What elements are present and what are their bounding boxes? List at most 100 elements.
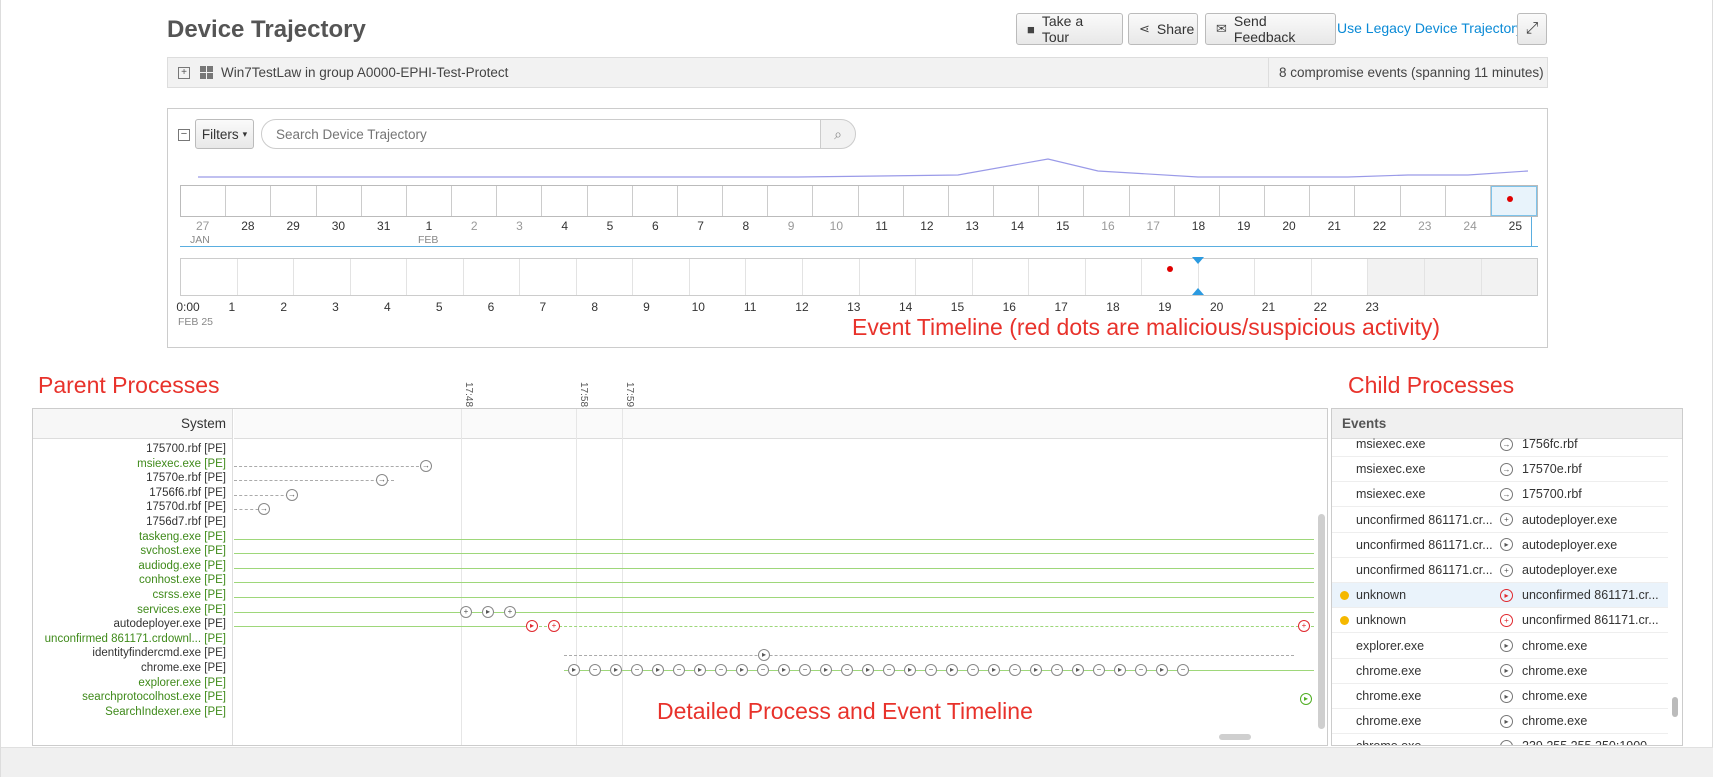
hour-cell[interactable] xyxy=(1199,259,1256,295)
day-cell[interactable] xyxy=(362,186,407,216)
event-node[interactable]: → xyxy=(258,503,270,516)
day-strip[interactable] xyxy=(180,185,1538,217)
day-cell[interactable] xyxy=(1310,186,1356,216)
day-cell[interactable] xyxy=(949,186,995,216)
search-button[interactable]: ⌕ xyxy=(820,119,856,149)
hour-cell[interactable] xyxy=(690,259,747,295)
day-cell[interactable] xyxy=(1401,186,1446,216)
event-node[interactable]: → xyxy=(376,474,388,487)
event-row[interactable]: explorer.exe ▸ chrome.exe xyxy=(1332,634,1668,659)
day-cell[interactable] xyxy=(1265,186,1311,216)
vertical-scrollbar[interactable] xyxy=(1318,514,1325,729)
day-cell[interactable] xyxy=(1130,186,1175,216)
process-row-label[interactable]: msiexec.exe [PE] xyxy=(137,458,226,470)
event-node[interactable]: − xyxy=(841,664,853,676)
event-node[interactable]: − xyxy=(1093,664,1105,676)
collapse-icon[interactable]: − xyxy=(178,129,190,141)
process-row-label[interactable]: 17570d.rbf [PE] xyxy=(146,501,226,513)
process-row-label[interactable]: autodeployer.exe [PE] xyxy=(113,618,226,630)
event-row[interactable]: msiexec.exe → 1756fc.rbf xyxy=(1332,432,1668,457)
share-button[interactable]: ⋖ Share xyxy=(1128,13,1198,45)
event-node[interactable]: ▸ xyxy=(1072,664,1084,676)
hour-cell[interactable] xyxy=(746,259,804,295)
process-row-label[interactable]: identityfindercmd.exe [PE] xyxy=(92,647,226,659)
day-cell[interactable] xyxy=(1220,186,1266,216)
send-feedback-button[interactable]: ✉ Send Feedback xyxy=(1205,13,1336,45)
event-node[interactable]: − xyxy=(1135,664,1147,676)
hour-cell[interactable] xyxy=(633,259,690,295)
day-cell[interactable] xyxy=(633,186,678,216)
range-start-marker[interactable] xyxy=(1192,257,1204,264)
day-cell[interactable] xyxy=(768,186,814,216)
event-node[interactable]: ▸ xyxy=(568,664,580,676)
event-row[interactable]: unknown ▸ unconfirmed 861171.cr... xyxy=(1332,583,1668,609)
event-node[interactable]: − xyxy=(925,664,937,676)
event-row[interactable]: chrome.exe ▸ chrome.exe xyxy=(1332,659,1668,684)
day-cell[interactable] xyxy=(226,186,272,216)
expand-button[interactable]: ⤢ xyxy=(1517,13,1547,45)
hour-cell[interactable] xyxy=(294,259,351,295)
event-row[interactable]: unconfirmed 861171.cr... ▸ autodeployer.ex… xyxy=(1332,533,1668,558)
event-node[interactable]: → xyxy=(420,459,432,472)
event-row[interactable]: chrome.exe ▸ chrome.exe xyxy=(1332,709,1668,735)
event-node[interactable]: ▸ xyxy=(482,605,494,618)
day-cell[interactable] xyxy=(1490,186,1538,216)
range-end-marker[interactable] xyxy=(1192,288,1204,295)
event-node[interactable]: + xyxy=(504,605,516,618)
day-cell[interactable] xyxy=(1446,186,1491,216)
process-row-label[interactable]: services.exe [PE] xyxy=(137,604,226,616)
hour-cell[interactable] xyxy=(577,259,634,295)
take-tour-button[interactable]: ■ Take a Tour xyxy=(1016,13,1123,45)
event-row[interactable]: unconfirmed 861171.cr... + autodeployer.ex… xyxy=(1332,558,1668,583)
hour-cell[interactable] xyxy=(1368,259,1426,295)
event-row[interactable]: unknown + unconfirmed 861171.cr... xyxy=(1332,608,1668,634)
search-input[interactable] xyxy=(261,119,821,149)
hour-cell[interactable] xyxy=(1086,259,1143,295)
event-node[interactable]: − xyxy=(1051,664,1063,676)
process-row-label[interactable]: taskeng.exe [PE] xyxy=(139,531,226,543)
process-row-label[interactable]: svchost.exe [PE] xyxy=(140,545,226,557)
event-row[interactable]: unconfirmed 861171.cr... + autodeployer.ex… xyxy=(1332,508,1668,533)
event-node[interactable]: ▸ xyxy=(694,664,706,676)
event-node[interactable]: ▸ xyxy=(736,664,748,676)
event-node[interactable]: − xyxy=(1177,664,1189,676)
event-node[interactable]: − xyxy=(757,664,769,676)
hour-cell[interactable] xyxy=(860,259,917,295)
hour-cell[interactable] xyxy=(407,259,464,295)
day-cell[interactable] xyxy=(407,186,453,216)
process-row-label[interactable]: chrome.exe [PE] xyxy=(141,662,226,674)
day-cell[interactable] xyxy=(181,186,227,216)
process-row-label[interactable]: conhost.exe [PE] xyxy=(139,574,226,586)
day-cell[interactable] xyxy=(452,186,498,216)
horizontal-scrollbar[interactable] xyxy=(1219,734,1251,740)
event-row[interactable]: chrome.exe− 239.255.255.250:1900 xyxy=(1332,734,1668,745)
process-row-label[interactable]: SearchIndexer.exe [PE] xyxy=(105,706,226,718)
process-row-label[interactable]: explorer.exe [PE] xyxy=(138,677,226,689)
event-node[interactable]: ▸ xyxy=(1156,664,1168,676)
event-node[interactable]: → xyxy=(286,488,298,501)
process-row-label[interactable]: 17570e.rbf [PE] xyxy=(146,472,226,484)
event-node[interactable]: ▸ xyxy=(758,649,770,662)
event-node[interactable]: ▸ xyxy=(526,620,538,633)
hour-cell[interactable] xyxy=(181,259,238,295)
hour-cell[interactable] xyxy=(520,259,577,295)
hour-cell[interactable] xyxy=(916,259,973,295)
day-cell[interactable] xyxy=(1084,186,1130,216)
hour-cell[interactable] xyxy=(803,259,860,295)
hour-cell[interactable] xyxy=(1425,259,1482,295)
hour-strip[interactable] xyxy=(180,258,1538,296)
hour-cell[interactable] xyxy=(351,259,408,295)
event-node[interactable]: − xyxy=(1009,664,1021,676)
event-node[interactable]: − xyxy=(967,664,979,676)
day-cell[interactable] xyxy=(542,186,588,216)
day-cell[interactable] xyxy=(813,186,859,216)
event-node[interactable]: ▸ xyxy=(1300,693,1312,706)
day-cell[interactable] xyxy=(497,186,543,216)
day-cell[interactable] xyxy=(678,186,724,216)
process-row-label[interactable]: csrss.exe [PE] xyxy=(153,589,227,601)
event-row[interactable]: msiexec.exe → 17570e.rbf xyxy=(1332,457,1668,483)
day-cell[interactable] xyxy=(588,186,633,216)
hour-cell[interactable] xyxy=(1312,259,1369,295)
event-node[interactable]: ▸ xyxy=(946,664,958,676)
hour-cell[interactable] xyxy=(1142,259,1199,295)
